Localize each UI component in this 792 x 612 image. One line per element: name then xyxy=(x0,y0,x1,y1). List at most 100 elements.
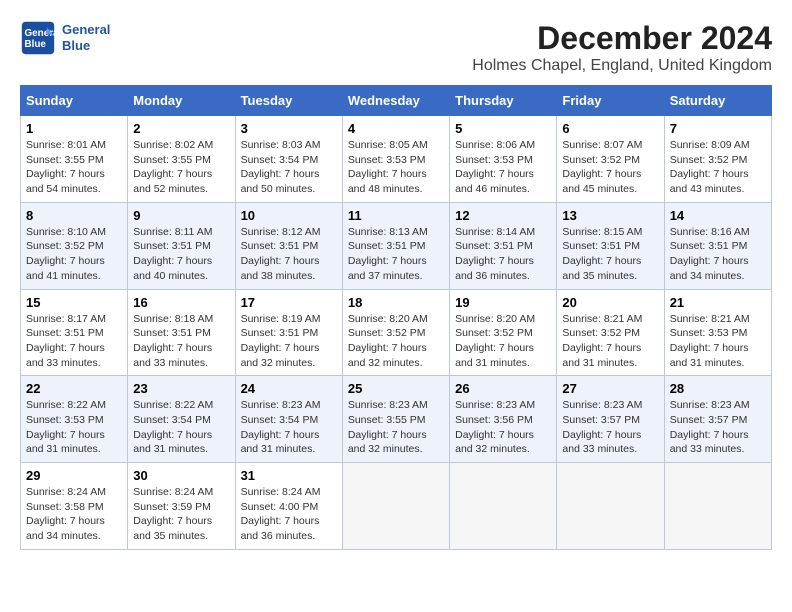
calendar-cell: 18 Sunrise: 8:20 AM Sunset: 3:52 PM Dayl… xyxy=(342,289,449,376)
day-daylight: Daylight: 7 hours and 33 minutes. xyxy=(26,342,105,369)
day-daylight: Daylight: 7 hours and 35 minutes. xyxy=(133,515,212,542)
day-daylight: Daylight: 7 hours and 40 minutes. xyxy=(133,255,212,282)
day-sunrise: Sunrise: 8:20 AM xyxy=(348,313,428,325)
day-number: 21 xyxy=(670,295,766,310)
col-monday: Monday xyxy=(128,86,235,116)
col-friday: Friday xyxy=(557,86,664,116)
day-sunset: Sunset: 3:54 PM xyxy=(133,414,211,426)
calendar-cell: 2 Sunrise: 8:02 AM Sunset: 3:55 PM Dayli… xyxy=(128,116,235,203)
day-sunset: Sunset: 3:55 PM xyxy=(26,154,104,166)
day-number: 10 xyxy=(241,208,337,223)
day-sunset: Sunset: 3:53 PM xyxy=(455,154,533,166)
page-subtitle: Holmes Chapel, England, United Kingdom xyxy=(472,57,772,75)
day-daylight: Daylight: 7 hours and 34 minutes. xyxy=(26,515,105,542)
day-sunset: Sunset: 3:51 PM xyxy=(26,327,104,339)
day-daylight: Daylight: 7 hours and 31 minutes. xyxy=(26,429,105,456)
day-sunset: Sunset: 3:51 PM xyxy=(348,240,426,252)
day-number: 7 xyxy=(670,121,766,136)
day-number: 22 xyxy=(26,381,122,396)
day-number: 30 xyxy=(133,468,229,483)
day-daylight: Daylight: 7 hours and 32 minutes. xyxy=(455,429,534,456)
title-section: December 2024 Holmes Chapel, England, Un… xyxy=(472,20,772,75)
calendar-cell: 6 Sunrise: 8:07 AM Sunset: 3:52 PM Dayli… xyxy=(557,116,664,203)
day-sunrise: Sunrise: 8:03 AM xyxy=(241,139,321,151)
day-daylight: Daylight: 7 hours and 31 minutes. xyxy=(455,342,534,369)
day-sunrise: Sunrise: 8:24 AM xyxy=(241,486,321,498)
day-daylight: Daylight: 7 hours and 32 minutes. xyxy=(348,429,427,456)
day-sunset: Sunset: 3:57 PM xyxy=(562,414,640,426)
day-sunset: Sunset: 3:53 PM xyxy=(670,327,748,339)
day-daylight: Daylight: 7 hours and 41 minutes. xyxy=(26,255,105,282)
day-sunrise: Sunrise: 8:23 AM xyxy=(455,399,535,411)
day-number: 23 xyxy=(133,381,229,396)
day-daylight: Daylight: 7 hours and 34 minutes. xyxy=(670,255,749,282)
day-number: 8 xyxy=(26,208,122,223)
calendar-body: 1 Sunrise: 8:01 AM Sunset: 3:55 PM Dayli… xyxy=(21,116,772,550)
day-sunrise: Sunrise: 8:11 AM xyxy=(133,226,212,238)
calendar-cell: 23 Sunrise: 8:22 AM Sunset: 3:54 PM Dayl… xyxy=(128,376,235,463)
calendar-cell: 30 Sunrise: 8:24 AM Sunset: 3:59 PM Dayl… xyxy=(128,463,235,550)
col-sunday: Sunday xyxy=(21,86,128,116)
day-number: 6 xyxy=(562,121,658,136)
calendar-cell: 8 Sunrise: 8:10 AM Sunset: 3:52 PM Dayli… xyxy=(21,202,128,289)
calendar-week-row: 15 Sunrise: 8:17 AM Sunset: 3:51 PM Dayl… xyxy=(21,289,772,376)
day-sunset: Sunset: 3:59 PM xyxy=(133,501,211,513)
day-sunrise: Sunrise: 8:23 AM xyxy=(670,399,750,411)
calendar-cell: 7 Sunrise: 8:09 AM Sunset: 3:52 PM Dayli… xyxy=(664,116,771,203)
calendar-cell xyxy=(342,463,449,550)
day-daylight: Daylight: 7 hours and 36 minutes. xyxy=(241,515,320,542)
day-daylight: Daylight: 7 hours and 50 minutes. xyxy=(241,168,320,195)
day-sunrise: Sunrise: 8:12 AM xyxy=(241,226,321,238)
calendar-cell xyxy=(557,463,664,550)
day-number: 16 xyxy=(133,295,229,310)
calendar-cell: 26 Sunrise: 8:23 AM Sunset: 3:56 PM Dayl… xyxy=(450,376,557,463)
calendar-cell: 15 Sunrise: 8:17 AM Sunset: 3:51 PM Dayl… xyxy=(21,289,128,376)
day-sunset: Sunset: 3:51 PM xyxy=(241,240,319,252)
col-thursday: Thursday xyxy=(450,86,557,116)
day-sunrise: Sunrise: 8:23 AM xyxy=(241,399,321,411)
calendar-cell: 17 Sunrise: 8:19 AM Sunset: 3:51 PM Dayl… xyxy=(235,289,342,376)
calendar-cell: 10 Sunrise: 8:12 AM Sunset: 3:51 PM Dayl… xyxy=(235,202,342,289)
calendar-cell: 22 Sunrise: 8:22 AM Sunset: 3:53 PM Dayl… xyxy=(21,376,128,463)
calendar-cell: 11 Sunrise: 8:13 AM Sunset: 3:51 PM Dayl… xyxy=(342,202,449,289)
svg-text:Blue: Blue xyxy=(25,39,47,50)
day-sunrise: Sunrise: 8:15 AM xyxy=(562,226,642,238)
day-daylight: Daylight: 7 hours and 31 minutes. xyxy=(241,429,320,456)
day-sunrise: Sunrise: 8:01 AM xyxy=(26,139,106,151)
day-daylight: Daylight: 7 hours and 37 minutes. xyxy=(348,255,427,282)
day-number: 17 xyxy=(241,295,337,310)
day-sunset: Sunset: 3:53 PM xyxy=(348,154,426,166)
logo-line2: Blue xyxy=(62,38,110,54)
day-daylight: Daylight: 7 hours and 54 minutes. xyxy=(26,168,105,195)
day-number: 11 xyxy=(348,208,444,223)
day-sunset: Sunset: 4:00 PM xyxy=(241,501,319,513)
day-sunrise: Sunrise: 8:21 AM xyxy=(562,313,642,325)
day-number: 18 xyxy=(348,295,444,310)
calendar-week-row: 8 Sunrise: 8:10 AM Sunset: 3:52 PM Dayli… xyxy=(21,202,772,289)
day-sunrise: Sunrise: 8:23 AM xyxy=(348,399,428,411)
calendar-week-row: 29 Sunrise: 8:24 AM Sunset: 3:58 PM Dayl… xyxy=(21,463,772,550)
day-sunset: Sunset: 3:52 PM xyxy=(562,327,640,339)
logo: General Blue General Blue xyxy=(20,20,110,56)
day-sunrise: Sunrise: 8:06 AM xyxy=(455,139,535,151)
calendar-cell: 25 Sunrise: 8:23 AM Sunset: 3:55 PM Dayl… xyxy=(342,376,449,463)
day-daylight: Daylight: 7 hours and 38 minutes. xyxy=(241,255,320,282)
col-tuesday: Tuesday xyxy=(235,86,342,116)
day-sunrise: Sunrise: 8:07 AM xyxy=(562,139,642,151)
calendar-cell xyxy=(664,463,771,550)
calendar-header: Sunday Monday Tuesday Wednesday Thursday… xyxy=(21,86,772,116)
day-daylight: Daylight: 7 hours and 35 minutes. xyxy=(562,255,641,282)
day-sunset: Sunset: 3:56 PM xyxy=(455,414,533,426)
calendar-cell xyxy=(450,463,557,550)
calendar-cell: 4 Sunrise: 8:05 AM Sunset: 3:53 PM Dayli… xyxy=(342,116,449,203)
day-number: 2 xyxy=(133,121,229,136)
col-wednesday: Wednesday xyxy=(342,86,449,116)
calendar-cell: 21 Sunrise: 8:21 AM Sunset: 3:53 PM Dayl… xyxy=(664,289,771,376)
calendar-cell: 16 Sunrise: 8:18 AM Sunset: 3:51 PM Dayl… xyxy=(128,289,235,376)
day-daylight: Daylight: 7 hours and 45 minutes. xyxy=(562,168,641,195)
day-sunrise: Sunrise: 8:18 AM xyxy=(133,313,213,325)
day-number: 12 xyxy=(455,208,551,223)
day-number: 14 xyxy=(670,208,766,223)
calendar-cell: 12 Sunrise: 8:14 AM Sunset: 3:51 PM Dayl… xyxy=(450,202,557,289)
day-daylight: Daylight: 7 hours and 48 minutes. xyxy=(348,168,427,195)
